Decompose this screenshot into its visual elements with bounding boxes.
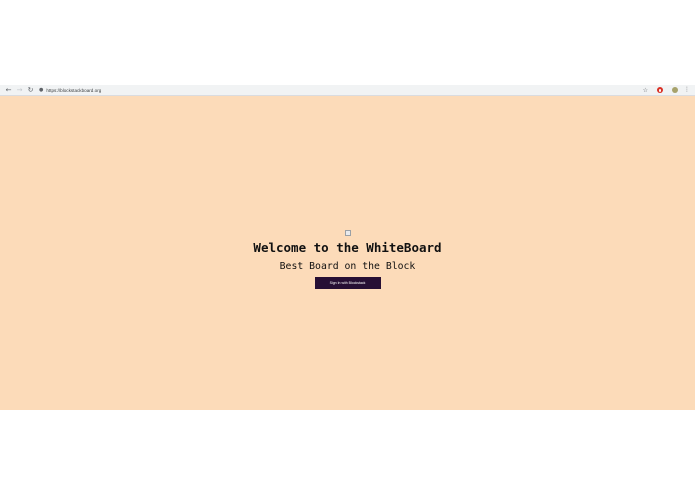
back-arrow-icon[interactable]: ← [3, 85, 14, 96]
sign-in-button[interactable]: Sign In with Blockstack [314, 277, 381, 289]
reload-icon[interactable]: ↻ [25, 85, 36, 96]
screenshot-frame: ← → ↻ ● https://blockstackboard.org ☆ ⋮ … [0, 0, 695, 494]
forward-arrow-icon[interactable]: → [14, 85, 25, 96]
star-icon[interactable]: ☆ [643, 87, 648, 94]
profile-avatar-icon[interactable] [672, 87, 678, 93]
toolbar-right-icons: ☆ ⋮ [643, 87, 690, 94]
broken-logo-image [344, 230, 351, 236]
browser-toolbar: ← → ↻ ● https://blockstackboard.org ☆ ⋮ [0, 85, 695, 96]
lock-icon: ● [39, 87, 44, 93]
page-subtitle: Best Board on the Block [279, 261, 416, 272]
hero-section: Welcome to the WhiteBoard Best Board on … [0, 230, 695, 289]
page-body: Welcome to the WhiteBoard Best Board on … [0, 96, 695, 410]
kebab-menu-icon[interactable]: ⋮ [684, 87, 690, 93]
opera-extension-icon[interactable] [657, 87, 663, 93]
url-text[interactable]: https://blockstackboard.org [46, 88, 101, 93]
address-bar[interactable]: ● https://blockstackboard.org [39, 86, 643, 95]
page-title: Welcome to the WhiteBoard [253, 240, 442, 255]
